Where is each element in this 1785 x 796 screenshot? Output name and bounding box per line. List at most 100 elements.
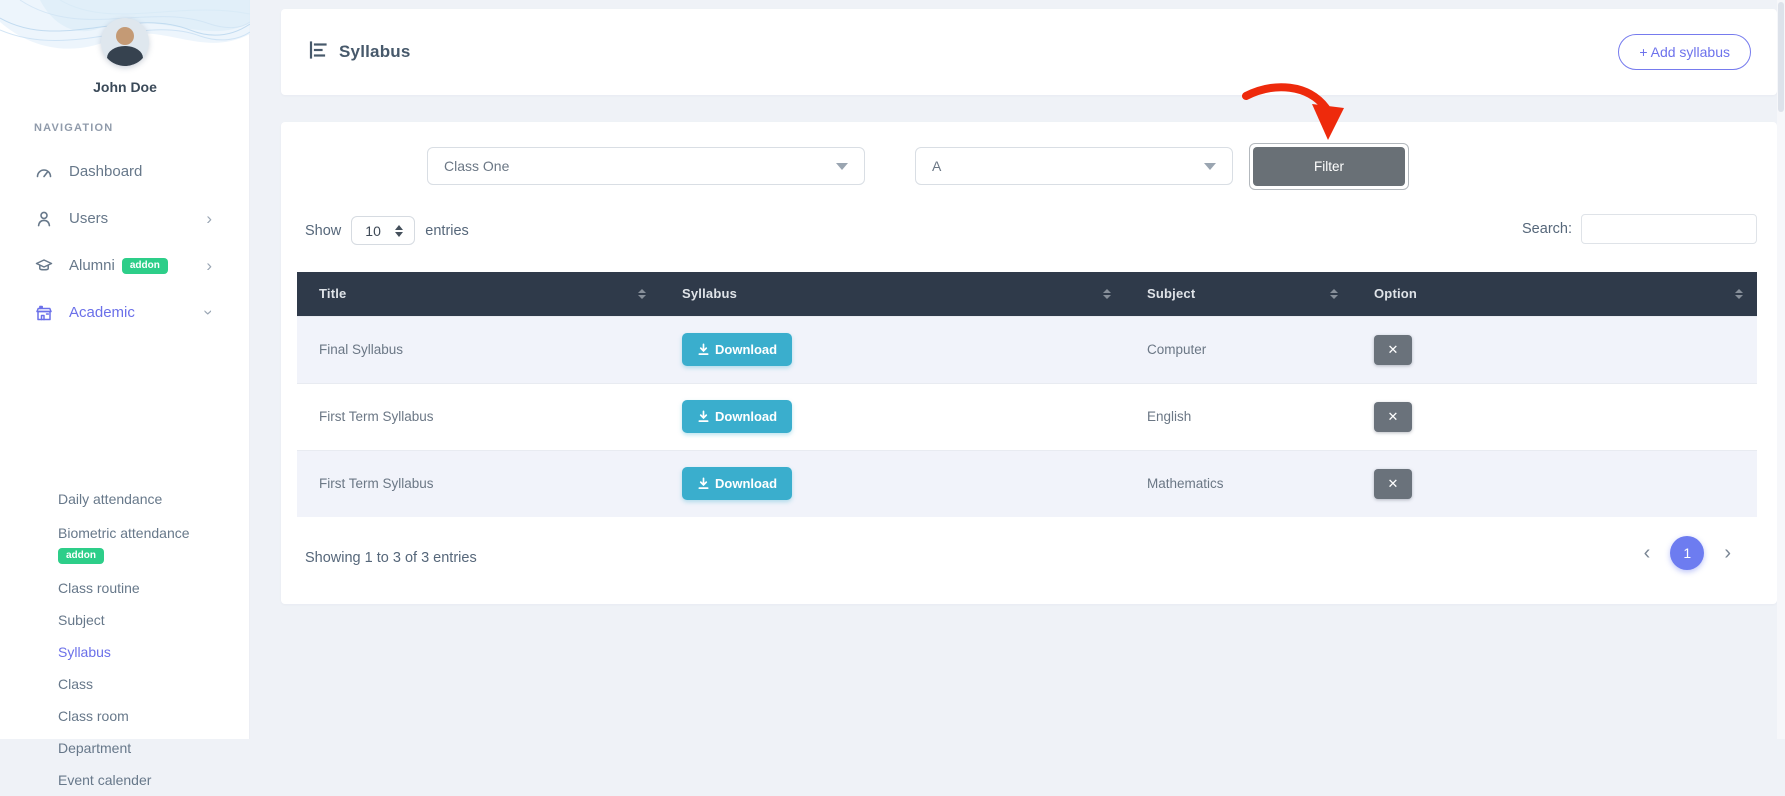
users-icon <box>34 209 54 229</box>
submenu-item-subject[interactable]: Subject <box>0 604 250 636</box>
pagination: ‹ 1 › <box>1644 536 1731 570</box>
sort-icon <box>1330 289 1338 299</box>
submenu-item-label: Class <box>58 676 93 692</box>
search-label: Search: <box>1522 221 1572 237</box>
cell-subject: English <box>1125 383 1352 450</box>
download-icon <box>697 410 710 423</box>
user-avatar[interactable] <box>101 18 149 66</box>
download-button-label: Download <box>715 476 777 491</box>
submenu-item-label: Department <box>58 740 131 756</box>
chevron-right-icon: › <box>206 210 212 227</box>
submenu-item-syllabus[interactable]: Syllabus <box>0 636 250 668</box>
submenu-item-biometric-attendance[interactable]: Biometric attendance addon <box>0 515 250 572</box>
table-header-row: Title Syllabus Subject Option <box>297 272 1757 316</box>
dashboard-icon <box>34 162 54 182</box>
user-name: John Doe <box>0 79 250 95</box>
download-button-label: Download <box>715 342 777 357</box>
entries-summary: Showing 1 to 3 of 3 entries <box>305 550 477 566</box>
column-header-option[interactable]: Option <box>1352 272 1757 316</box>
download-button[interactable]: Download <box>682 333 792 366</box>
sidebar-item-academic[interactable]: Academic › <box>0 289 250 336</box>
submenu-item-class[interactable]: Class <box>0 668 250 700</box>
academic-icon <box>34 303 54 323</box>
academic-submenu: Daily attendance Biometric attendance ad… <box>0 483 250 796</box>
column-header-label: Subject <box>1147 286 1195 301</box>
sidebar-item-label: Academic <box>69 304 135 321</box>
alumni-icon <box>34 256 54 276</box>
submenu-item-class-routine[interactable]: Class routine <box>0 572 250 604</box>
sidebar-item-label: Users <box>69 210 108 227</box>
sort-icon <box>1735 289 1743 299</box>
download-button-label: Download <box>715 409 777 424</box>
download-icon <box>697 343 710 356</box>
caret-down-icon <box>1204 163 1216 170</box>
sort-icon <box>1103 289 1111 299</box>
submenu-item-class-room[interactable]: Class room <box>0 700 250 732</box>
syllabus-list-icon <box>307 39 329 66</box>
submenu-item-label: Class routine <box>58 580 140 596</box>
column-header-label: Syllabus <box>682 286 737 301</box>
cell-title: First Term Syllabus <box>297 450 660 517</box>
cell-subject: Computer <box>1125 316 1352 383</box>
column-header-subject[interactable]: Subject <box>1125 272 1352 316</box>
download-icon <box>697 477 710 490</box>
delete-button[interactable]: ✕ <box>1374 402 1412 432</box>
column-header-label: Title <box>319 286 347 301</box>
submenu-item-label: Syllabus <box>58 644 111 660</box>
table-row: Final Syllabus Download Computer ✕ <box>297 316 1757 383</box>
syllabus-table: Title Syllabus Subject Option <box>297 272 1757 517</box>
cell-title: Final Syllabus <box>297 316 660 383</box>
addon-badge: addon <box>122 258 168 274</box>
filter-button[interactable]: Filter <box>1253 147 1405 186</box>
download-button[interactable]: Download <box>682 400 792 433</box>
sidebar-item-dashboard[interactable]: Dashboard <box>0 148 250 195</box>
chevron-right-icon: › <box>206 257 212 274</box>
page-size-value: 10 <box>365 223 381 239</box>
submenu-item-label: Class room <box>58 708 129 724</box>
sidebar-item-label: Alumni <box>69 257 115 274</box>
sidebar-item-users[interactable]: Users › <box>0 195 250 242</box>
chevron-down-icon: › <box>201 310 218 316</box>
sidebar-item-alumni[interactable]: Alumni addon › <box>0 242 250 289</box>
scrollbar-thumb[interactable] <box>1778 2 1784 112</box>
sidebar-item-label: Dashboard <box>69 163 142 180</box>
section-filter-select[interactable]: A <box>915 147 1233 185</box>
pagination-next-button[interactable]: › <box>1724 543 1731 563</box>
page-title: Syllabus <box>339 42 411 62</box>
show-label: Show <box>305 223 341 239</box>
table-row: First Term Syllabus Download English ✕ <box>297 383 1757 450</box>
submenu-item-label: Event calender <box>58 772 151 788</box>
sort-icon <box>638 289 646 299</box>
cell-title: First Term Syllabus <box>297 383 660 450</box>
submenu-item-daily-attendance[interactable]: Daily attendance <box>0 483 250 515</box>
caret-down-icon <box>836 163 848 170</box>
sidebar: John Doe NAVIGATION Dashboard Users <box>0 0 250 739</box>
delete-button[interactable]: ✕ <box>1374 469 1412 499</box>
pagination-page-1[interactable]: 1 <box>1670 536 1704 570</box>
class-filter-select[interactable]: Class One <box>427 147 865 185</box>
cell-subject: Mathematics <box>1125 450 1352 517</box>
filter-button-highlight-ring: Filter <box>1249 143 1409 190</box>
column-header-syllabus[interactable]: Syllabus <box>660 272 1125 316</box>
column-header-title[interactable]: Title <box>297 272 660 316</box>
search-control: Search: <box>1522 214 1757 244</box>
page-size-select[interactable]: 10 <box>351 216 415 245</box>
sidebar-nav: Dashboard Users › Alumni addon <box>0 148 250 336</box>
syllabus-content-card: Class One A Filter Show 10 entries Searc… <box>281 122 1777 604</box>
submenu-item-label: Biometric attendance <box>58 525 190 541</box>
download-button[interactable]: Download <box>682 467 792 500</box>
submenu-item-label: Daily attendance <box>58 491 162 507</box>
page-header: Syllabus + Add syllabus <box>281 9 1777 95</box>
submenu-item-event-calender[interactable]: Event calender <box>0 764 250 796</box>
add-syllabus-button[interactable]: + Add syllabus <box>1618 34 1751 70</box>
submenu-item-department[interactable]: Department <box>0 732 250 764</box>
addon-badge: addon <box>58 548 104 564</box>
pagination-prev-button[interactable]: ‹ <box>1644 543 1651 563</box>
delete-button[interactable]: ✕ <box>1374 335 1412 365</box>
search-input[interactable] <box>1581 214 1757 244</box>
class-filter-value: Class One <box>444 158 509 174</box>
section-filter-value: A <box>932 158 941 174</box>
spinner-icon <box>395 225 403 237</box>
column-header-label: Option <box>1374 286 1417 301</box>
scrollbar-track[interactable] <box>1777 0 1785 739</box>
